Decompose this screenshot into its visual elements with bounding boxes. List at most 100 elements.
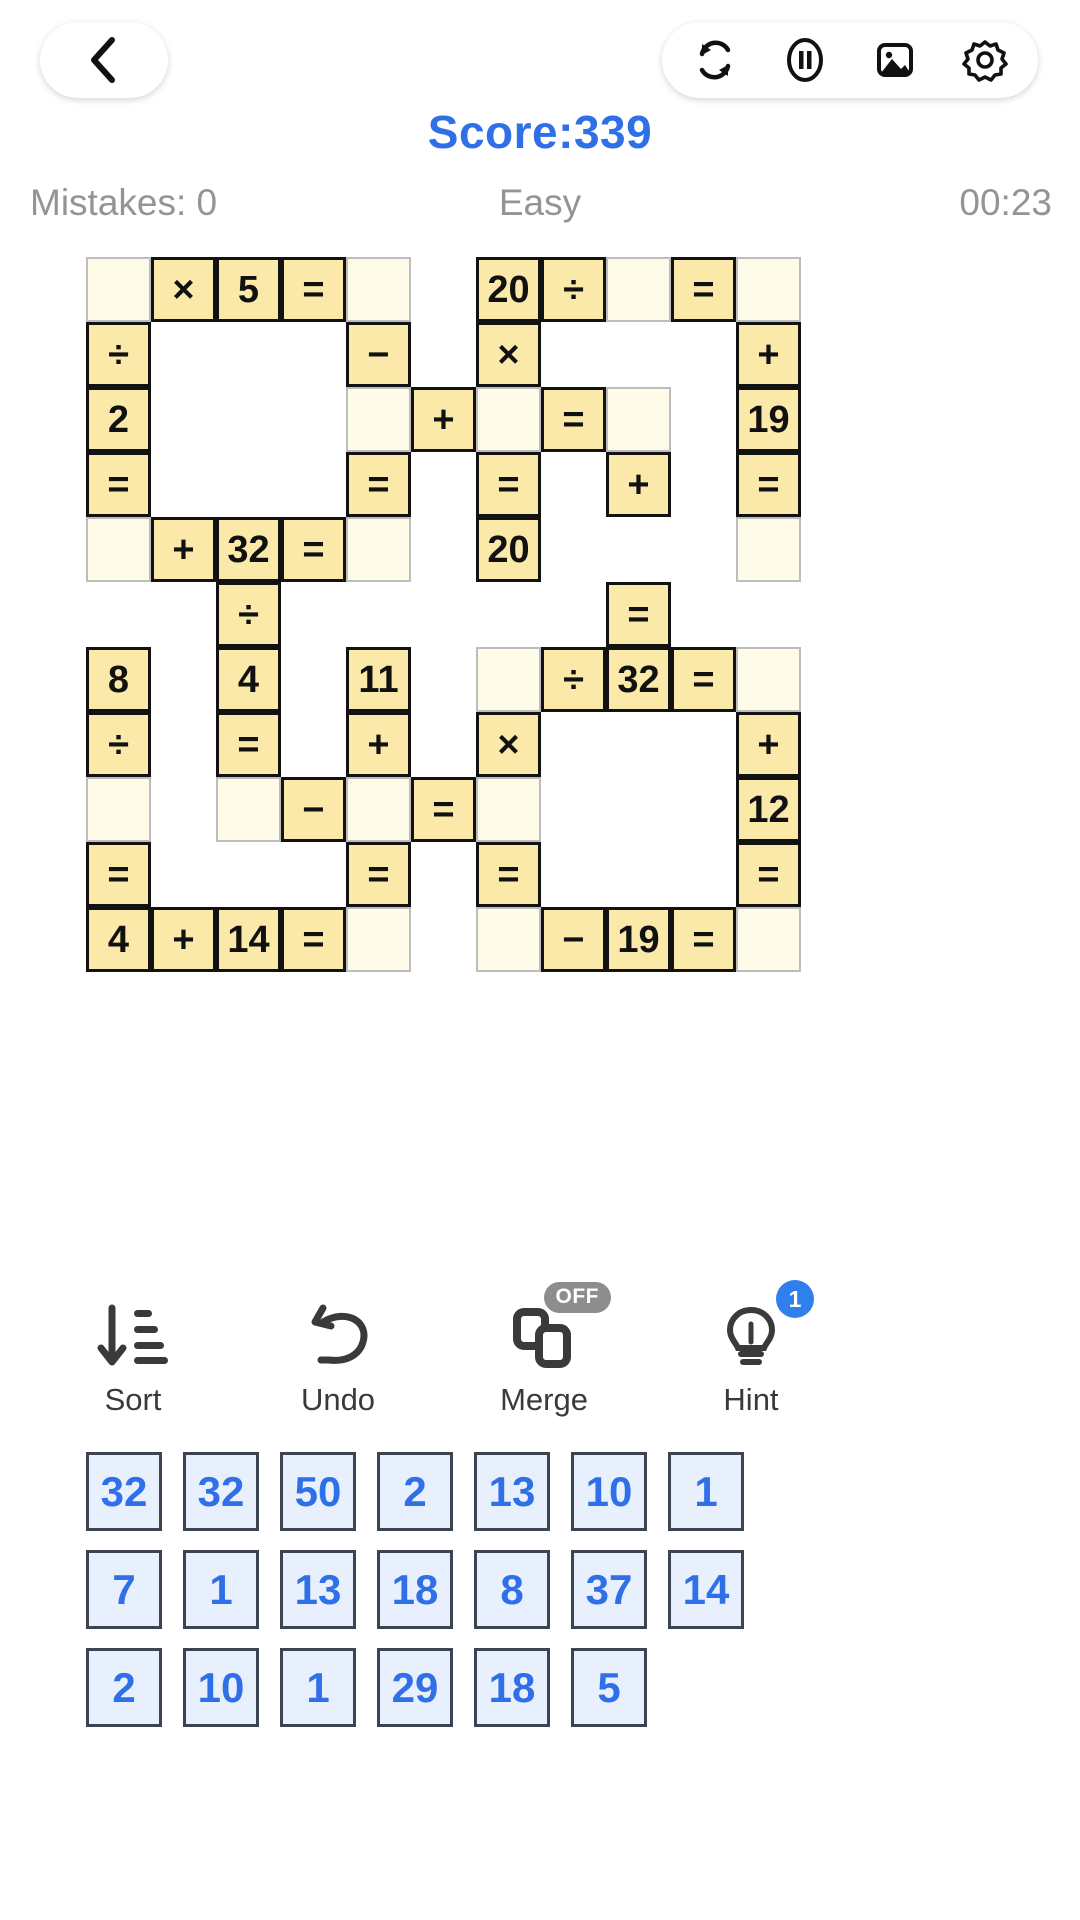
- grid-cell-filled[interactable]: =: [671, 647, 736, 712]
- number-tile[interactable]: 14: [668, 1550, 744, 1629]
- grid-cell-filled[interactable]: ÷: [541, 257, 606, 322]
- grid-cell-filled[interactable]: 32: [216, 517, 281, 582]
- grid-cell-filled[interactable]: 12: [736, 777, 801, 842]
- grid-cell-filled[interactable]: =: [541, 387, 606, 452]
- grid-cell-filled[interactable]: =: [281, 257, 346, 322]
- grid-cell-filled[interactable]: +: [346, 712, 411, 777]
- grid-cell-filled[interactable]: =: [86, 452, 151, 517]
- grid-cell-filled[interactable]: =: [671, 907, 736, 972]
- undo-button[interactable]: Undo: [243, 1290, 433, 1418]
- grid-cell-filled[interactable]: +: [606, 452, 671, 517]
- number-tile[interactable]: 2: [377, 1452, 453, 1531]
- grid-cell-filled[interactable]: 14: [216, 907, 281, 972]
- grid-cell-filled[interactable]: 4: [216, 647, 281, 712]
- pause-button[interactable]: [778, 33, 832, 87]
- grid-cell-filled[interactable]: 20: [476, 257, 541, 322]
- grid-cell-filled[interactable]: =: [476, 452, 541, 517]
- number-tile-tray[interactable]: 32 32 50 2 13 10 1 7 1 13 18 8 37 14 2 10 1 29 18 5: [86, 1452, 996, 1746]
- grid-cell-filled[interactable]: 5: [216, 257, 281, 322]
- grid-cell-filled[interactable]: 32: [606, 647, 671, 712]
- grid-cell-slot[interactable]: [86, 257, 151, 322]
- grid-cell-filled[interactable]: 4: [86, 907, 151, 972]
- grid-cell-slot[interactable]: [476, 647, 541, 712]
- grid-cell-filled[interactable]: =: [411, 777, 476, 842]
- grid-cell-slot[interactable]: [216, 777, 281, 842]
- settings-button[interactable]: [958, 33, 1012, 87]
- grid-cell-filled[interactable]: 8: [86, 647, 151, 712]
- grid-cell-filled[interactable]: ×: [476, 712, 541, 777]
- grid-cell-slot[interactable]: [86, 777, 151, 842]
- grid-cell-filled[interactable]: =: [346, 452, 411, 517]
- grid-cell-slot[interactable]: [346, 777, 411, 842]
- number-tile[interactable]: 29: [377, 1648, 453, 1727]
- number-tile[interactable]: 37: [571, 1550, 647, 1629]
- grid-cell-filled[interactable]: 19: [736, 387, 801, 452]
- number-tile[interactable]: 32: [183, 1452, 259, 1531]
- grid-cell-filled[interactable]: =: [736, 452, 801, 517]
- grid-cell-filled[interactable]: =: [736, 842, 801, 907]
- grid-cell-slot[interactable]: [346, 517, 411, 582]
- grid-cell-filled[interactable]: ÷: [216, 582, 281, 647]
- grid-cell-filled[interactable]: 19: [606, 907, 671, 972]
- grid-cell-filled[interactable]: ×: [476, 322, 541, 387]
- number-tile[interactable]: 5: [571, 1648, 647, 1727]
- grid-cell-filled[interactable]: −: [281, 777, 346, 842]
- number-tile[interactable]: 10: [183, 1648, 259, 1727]
- grid-cell-slot[interactable]: [736, 257, 801, 322]
- number-tile[interactable]: 1: [280, 1648, 356, 1727]
- grid-cell-filled[interactable]: =: [86, 842, 151, 907]
- grid-cell-slot[interactable]: [346, 907, 411, 972]
- grid-cell-slot[interactable]: [476, 907, 541, 972]
- number-tile[interactable]: 50: [280, 1452, 356, 1531]
- grid-cell-filled[interactable]: −: [541, 907, 606, 972]
- puzzle-grid[interactable]: × 5 = 20 ÷ = ÷ − × +2 + = 19 = = = + = +32 = 20 ÷ = 8 4 11 ÷ 32 = ÷ = +…: [86, 257, 801, 972]
- grid-cell-filled[interactable]: =: [346, 842, 411, 907]
- grid-cell-filled[interactable]: 2: [86, 387, 151, 452]
- grid-cell-filled[interactable]: =: [671, 257, 736, 322]
- number-tile[interactable]: 1: [183, 1550, 259, 1629]
- grid-cell-filled[interactable]: +: [736, 322, 801, 387]
- number-tile[interactable]: 18: [377, 1550, 453, 1629]
- sort-button[interactable]: Sort: [38, 1290, 228, 1418]
- number-tile[interactable]: 8: [474, 1550, 550, 1629]
- number-tile[interactable]: 18: [474, 1648, 550, 1727]
- grid-cell-filled[interactable]: ×: [151, 257, 216, 322]
- grid-cell-slot[interactable]: [346, 387, 411, 452]
- grid-cell-filled[interactable]: ÷: [541, 647, 606, 712]
- grid-cell-slot[interactable]: [476, 777, 541, 842]
- hint-button[interactable]: 1 Hint: [656, 1280, 846, 1418]
- number-tile[interactable]: 2: [86, 1648, 162, 1727]
- number-tile[interactable]: 32: [86, 1452, 162, 1531]
- grid-cell-slot[interactable]: [606, 257, 671, 322]
- grid-cell-filled[interactable]: +: [411, 387, 476, 452]
- grid-cell-filled[interactable]: =: [476, 842, 541, 907]
- grid-cell-filled[interactable]: +: [151, 517, 216, 582]
- grid-cell-filled[interactable]: ÷: [86, 712, 151, 777]
- back-button[interactable]: [40, 22, 168, 98]
- number-tile[interactable]: 13: [280, 1550, 356, 1629]
- grid-cell-slot[interactable]: [86, 517, 151, 582]
- grid-cell-slot[interactable]: [736, 517, 801, 582]
- grid-cell-filled[interactable]: =: [281, 907, 346, 972]
- grid-cell-slot[interactable]: [736, 907, 801, 972]
- number-tile[interactable]: 10: [571, 1452, 647, 1531]
- theme-button[interactable]: [868, 33, 922, 87]
- grid-cell-filled[interactable]: 20: [476, 517, 541, 582]
- grid-cell-slot[interactable]: [736, 647, 801, 712]
- grid-cell-filled[interactable]: =: [281, 517, 346, 582]
- number-tile[interactable]: 13: [474, 1452, 550, 1531]
- grid-cell-filled[interactable]: ÷: [86, 322, 151, 387]
- grid-cell-filled[interactable]: =: [606, 582, 671, 647]
- restart-button[interactable]: [688, 33, 742, 87]
- merge-button[interactable]: OFF Merge: [449, 1282, 639, 1418]
- grid-cell-filled[interactable]: −: [346, 322, 411, 387]
- number-tile[interactable]: 7: [86, 1550, 162, 1629]
- grid-cell-slot[interactable]: [476, 387, 541, 452]
- grid-cell-filled[interactable]: +: [151, 907, 216, 972]
- grid-cell-slot[interactable]: [606, 387, 671, 452]
- grid-cell-filled[interactable]: =: [216, 712, 281, 777]
- grid-cell-filled[interactable]: 11: [346, 647, 411, 712]
- grid-cell-slot[interactable]: [346, 257, 411, 322]
- number-tile[interactable]: 1: [668, 1452, 744, 1531]
- grid-cell-filled[interactable]: +: [736, 712, 801, 777]
